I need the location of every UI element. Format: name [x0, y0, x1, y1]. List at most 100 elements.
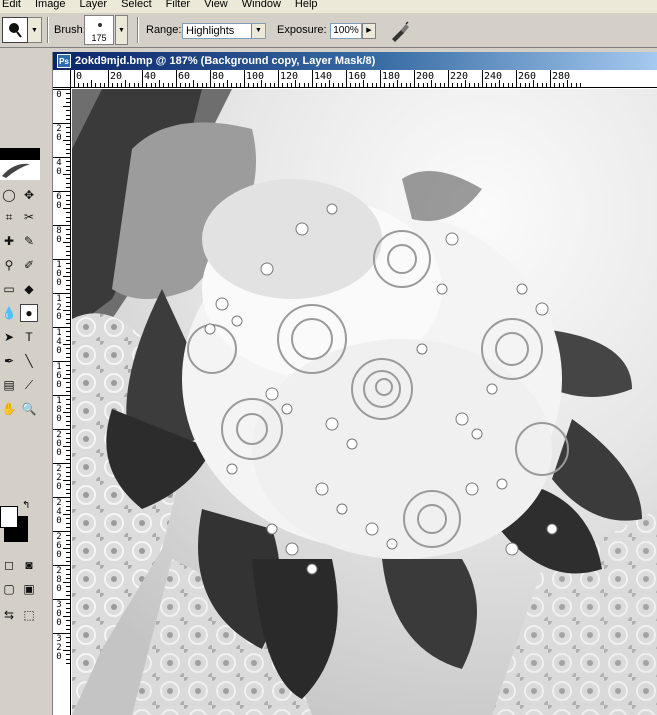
ruler-tick-label: 2 2 0	[56, 464, 62, 492]
screen-mode-full-icon[interactable]: ▣	[20, 580, 38, 598]
eyedropper-icon[interactable]: ⟋	[20, 376, 38, 394]
clone-stamp-icon[interactable]: ⚲	[0, 256, 18, 274]
dodge-tool-icon[interactable]: ●	[20, 304, 38, 322]
exposure-input[interactable]: 100%	[330, 23, 362, 39]
screen-mode-standard-icon[interactable]: ▢	[0, 580, 18, 598]
paint-bucket-icon[interactable]: ◆	[20, 280, 38, 298]
ruler-minor-tick	[350, 83, 352, 87]
horizontal-ruler[interactable]: 0 20 40 60 80 100 120 140 160 180 200 220 240 260 280	[71, 70, 657, 88]
standard-mode-icon[interactable]: ◻	[0, 556, 18, 574]
ruler-minor-tick	[66, 407, 70, 409]
ruler-minor-tick	[486, 83, 488, 87]
exposure-slider-button[interactable]: ▶	[362, 23, 376, 39]
lasso-icon[interactable]: ◯	[0, 186, 18, 204]
menu-select[interactable]: Select	[114, 0, 159, 11]
ruler-tick-label: 3 0 0	[56, 600, 62, 628]
ruler-minor-tick	[66, 399, 70, 401]
path-selection-icon[interactable]: ➤	[0, 328, 18, 346]
ruler-major-tick	[482, 70, 483, 87]
menu-layer[interactable]: Layer	[73, 0, 115, 11]
ruler-minor-tick	[214, 83, 216, 87]
type-icon[interactable]: T	[20, 328, 38, 346]
ruler-minor-tick	[261, 80, 262, 87]
color-swatches: ↰	[0, 500, 40, 550]
ruler-minor-tick	[103, 83, 105, 87]
ruler-minor-tick	[66, 471, 70, 473]
ruler-minor-tick	[82, 83, 84, 87]
notes-icon[interactable]: ▤	[0, 376, 18, 394]
ruler-major-tick	[550, 70, 551, 87]
ruler-minor-tick	[193, 80, 194, 87]
brush-dropdown[interactable]: ▼	[115, 15, 128, 45]
ruler-minor-tick	[66, 373, 70, 375]
ruler-minor-tick	[422, 83, 424, 87]
ruler-tick-label: 2 0 0	[56, 430, 62, 458]
ruler-minor-tick	[269, 83, 271, 87]
pen-icon[interactable]: ✒	[0, 352, 18, 370]
vertical-ruler[interactable]: 0 2 0 4 0 6 0 8 0 1 0 0 1 2 0 1 4 0 1 6 0 1 8 0 2 …	[53, 88, 71, 715]
ruler-minor-tick	[66, 280, 70, 282]
tool-preset-picker[interactable]: ▼	[2, 17, 44, 43]
healing-brush-icon[interactable]: ✚	[0, 232, 18, 250]
ruler-minor-tick	[66, 233, 70, 235]
ruler-minor-tick	[426, 83, 428, 87]
imageready-icon[interactable]: ⇆	[0, 606, 18, 624]
divider	[47, 17, 49, 43]
foreground-color[interactable]	[0, 506, 18, 528]
ruler-tick-label: 2 0	[56, 124, 62, 143]
history-brush-icon[interactable]: ✐	[20, 256, 38, 274]
ruler-minor-tick	[66, 586, 70, 588]
ruler-minor-tick	[290, 83, 292, 87]
ruler-minor-tick	[63, 106, 70, 107]
slice-icon[interactable]: ✂	[20, 208, 38, 226]
ruler-minor-tick	[388, 83, 390, 87]
zoom-icon[interactable]: 🔍	[20, 400, 38, 418]
airbrush-icon[interactable]	[388, 19, 412, 43]
document-titlebar[interactable]: Ps 2okd9mjd.bmp @ 187% (Background copy,…	[53, 52, 657, 70]
ruler-minor-tick	[66, 161, 70, 163]
swap-colors-icon[interactable]: ↰	[22, 500, 30, 511]
ruler-minor-tick	[66, 271, 70, 273]
ruler-minor-tick	[320, 83, 322, 87]
range-select[interactable]: Highlights ▼	[182, 23, 266, 39]
ruler-origin[interactable]	[53, 70, 71, 88]
menu-filter[interactable]: Filter	[159, 0, 197, 11]
ruler-minor-tick	[66, 454, 70, 456]
ruler-minor-tick	[66, 348, 70, 350]
ruler-minor-tick	[66, 127, 70, 129]
brush-icon[interactable]: ✎	[20, 232, 38, 250]
ruler-minor-tick	[66, 501, 70, 503]
ruler-minor-tick	[354, 83, 356, 87]
ruler-minor-tick	[405, 83, 407, 87]
blur-icon[interactable]: 💧	[0, 304, 18, 322]
ruler-minor-tick	[66, 620, 70, 622]
eraser-icon[interactable]: ▭	[0, 280, 18, 298]
ruler-minor-tick	[66, 288, 70, 290]
quick-mask-icon[interactable]: ◙	[20, 556, 38, 574]
document-title: 2okd9mjd.bmp @ 187% (Background copy, La…	[75, 55, 376, 67]
image-canvas[interactable]	[72, 89, 657, 715]
menu-view[interactable]: View	[197, 0, 235, 11]
menu-image[interactable]: Image	[28, 0, 73, 11]
chevron-down-icon[interactable]: ▼	[28, 17, 42, 43]
ruler-minor-tick	[66, 467, 70, 469]
ruler-minor-tick	[66, 390, 70, 392]
brush-tip-icon	[98, 23, 102, 27]
menu-window[interactable]: Window	[235, 0, 288, 11]
ruler-minor-tick	[63, 174, 70, 175]
ruler-minor-tick	[520, 83, 522, 87]
ruler-minor-tick	[367, 83, 369, 87]
jump-to-icon[interactable]: ⬚	[20, 606, 38, 624]
hand-icon[interactable]: ✋	[0, 400, 18, 418]
menu-help[interactable]: Help	[288, 0, 325, 11]
line-icon[interactable]: ╲	[20, 352, 38, 370]
ruler-tick-label: 1 8 0	[56, 396, 62, 424]
brush-preview[interactable]: 175	[84, 15, 114, 45]
menu-edit[interactable]: Edit	[0, 0, 28, 11]
ruler-minor-tick	[511, 83, 513, 87]
crop-icon[interactable]: ⌗	[0, 208, 18, 226]
ruler-minor-tick	[180, 83, 182, 87]
chevron-down-icon[interactable]: ▼	[251, 24, 265, 38]
move-icon[interactable]: ✥	[20, 186, 38, 204]
ruler-minor-tick	[66, 305, 70, 307]
